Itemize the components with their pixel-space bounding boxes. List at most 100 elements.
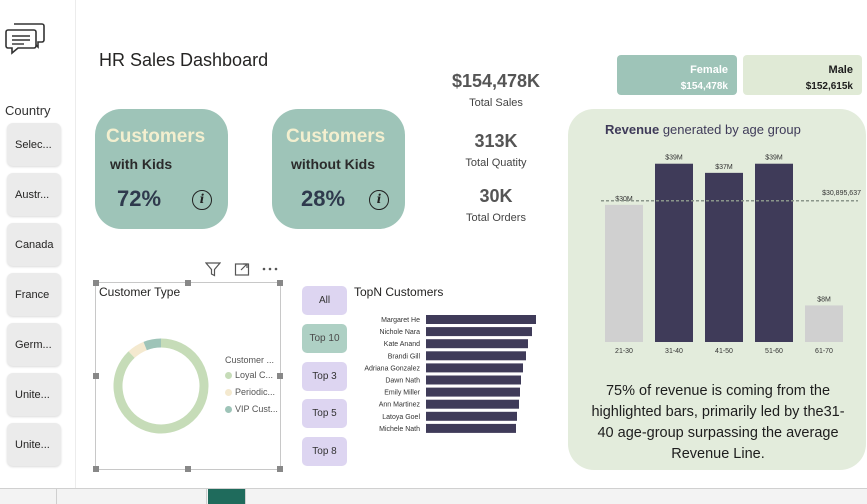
age-bar-41-50 — [705, 172, 743, 342]
topn-customers-chart: Margaret He Nichole Nara Kate Anand Brandi … — [364, 315, 536, 433]
donut-slice-0 — [113, 338, 209, 434]
age-bar-value-label: $39M — [665, 155, 683, 162]
resize-handle[interactable] — [185, 280, 191, 286]
kpi-card-with-kids: Customers with Kids 72% i — [95, 109, 228, 229]
gender-card-female[interactable]: Female $154,478k — [617, 55, 737, 95]
topn-customer-label: Ann Martinez — [379, 402, 421, 409]
country-slicer-item[interactable]: Unite... — [7, 373, 61, 416]
legend-label: VIP Cust... — [235, 404, 278, 414]
topn-customer-bar — [426, 351, 526, 361]
donut-slice-1 — [128, 341, 148, 359]
resize-handle[interactable] — [93, 466, 99, 472]
average-revenue-label: $30,895,637 — [822, 190, 861, 197]
age-category-label: 31-40 — [665, 348, 683, 355]
age-revenue-chart: $30M 21-30 $39M 31-40 $37M 41-50 $39M 51-60 $8M 6… — [601, 155, 861, 355]
topn-button-top3[interactable]: Top 3 — [302, 362, 347, 391]
topn-customer-label: Michele Nath — [379, 426, 420, 433]
topn-button-top8[interactable]: Top 8 — [302, 437, 347, 466]
topn-customer-label: Emily Miller — [384, 390, 420, 397]
age-bar-value-label: $30M — [615, 196, 633, 203]
age-revenue-panel: Revenue generated by age group $30M 21-30… — [568, 109, 866, 470]
customer-type-visual[interactable]: Customer Type Customer ... Loyal C... Pe… — [93, 280, 283, 472]
age-category-label: 21-30 — [615, 348, 633, 355]
kpi-value: 28% — [301, 186, 346, 211]
resize-handle[interactable] — [277, 280, 283, 286]
topn-customer-label: Dawn Nath — [385, 378, 420, 385]
gender-label: Female — [690, 64, 728, 76]
topn-customer-label: Brandi Gill — [388, 353, 421, 360]
age-category-label: 51-60 — [765, 348, 783, 355]
topn-customer-bar — [426, 375, 521, 385]
topn-customer-bar — [426, 411, 517, 421]
kpi-card-without-kids: Customers without Kids 28% i — [272, 109, 405, 229]
gender-card-male[interactable]: Male $152,615k — [743, 55, 862, 95]
kpi-value: 72% — [117, 186, 162, 211]
topn-customer-label: Kate Anand — [384, 341, 420, 348]
page-tab-active[interactable] — [208, 489, 246, 504]
chat-icon[interactable] — [4, 20, 46, 56]
legend-label: Loyal C... — [235, 370, 274, 380]
topn-customer-bar — [426, 315, 536, 324]
kpi-heading: Customers — [106, 126, 206, 147]
topn-button-all[interactable]: All — [302, 286, 347, 315]
filter-pane: Country Selec... Austr... Canada France … — [0, 0, 76, 488]
resize-handle[interactable] — [93, 280, 99, 286]
page-tab[interactable] — [57, 489, 207, 504]
age-category-label: 61-70 — [815, 348, 833, 355]
legend-item-periodic[interactable]: Periodic... — [225, 387, 275, 397]
total-sales-label: Total Sales — [469, 97, 523, 109]
age-bar-21-30 — [605, 204, 643, 342]
country-slicer-item[interactable]: Unite... — [7, 423, 61, 466]
gender-label: Male — [828, 64, 853, 76]
age-bar-value-label: $39M — [765, 155, 783, 162]
donut-slice-2 — [143, 338, 162, 351]
country-slicer-item[interactable]: Selec... — [7, 123, 61, 166]
gender-value: $154,478k — [680, 81, 728, 92]
more-options-icon[interactable] — [261, 262, 279, 277]
age-bar-value-label: $8M — [817, 296, 831, 303]
topn-button-top10[interactable]: Top 10 — [302, 324, 347, 353]
kpi-subheading: without Kids — [291, 156, 375, 172]
legend-label: Periodic... — [235, 387, 276, 397]
topn-customer-label: Nichole Nara — [380, 329, 421, 336]
topn-customer-bar — [426, 339, 528, 349]
total-quantity-value: 313K — [474, 131, 518, 151]
age-bar-51-60 — [755, 163, 793, 342]
country-slicer-item[interactable]: Germ... — [7, 323, 61, 366]
page-title: HR Sales Dashboard — [99, 50, 269, 70]
kpi-heading: Customers — [286, 126, 386, 147]
country-slicer-item[interactable]: Austr... — [7, 173, 61, 216]
total-orders-value: 30K — [479, 186, 513, 206]
age-insight-text: 75% of revenue is coming from the highli… — [591, 383, 845, 462]
topn-customer-bar — [426, 327, 532, 337]
resize-handle[interactable] — [93, 373, 99, 379]
total-quantity-label: Total Quatity — [465, 157, 527, 169]
page-tabs-bar — [0, 488, 867, 504]
resize-handle[interactable] — [277, 373, 283, 379]
total-orders-label: Total Orders — [466, 212, 526, 224]
topn-customer-bar — [426, 363, 523, 373]
topn-customer-label: Adriana Gonzalez — [364, 365, 420, 372]
dashboard-canvas: Country Selec... Austr... Canada France … — [0, 0, 867, 504]
legend-swatch — [225, 388, 232, 396]
info-icon[interactable]: i — [192, 190, 212, 210]
country-slicer-item[interactable]: Canada — [7, 223, 61, 266]
filter-icon[interactable] — [204, 262, 222, 277]
legend-item-vip[interactable]: VIP Cust... — [225, 404, 278, 414]
country-slicer-item[interactable]: France — [7, 273, 61, 316]
focus-mode-icon[interactable] — [234, 262, 250, 277]
legend-title: Customer ... — [225, 355, 275, 365]
total-sales-value: $154,478K — [451, 71, 541, 91]
topn-customer-bar — [426, 387, 520, 397]
topn-button-top5[interactable]: Top 5 — [302, 399, 347, 428]
resize-handle[interactable] — [277, 466, 283, 472]
legend-item-loyal[interactable]: Loyal C... — [225, 370, 273, 380]
legend-swatch — [225, 371, 232, 379]
page-tab[interactable] — [0, 489, 57, 504]
info-icon[interactable]: i — [369, 190, 389, 210]
legend-swatch — [225, 405, 232, 413]
kpi-subheading: with Kids — [110, 156, 173, 172]
topn-customer-label: Latoya Goel — [382, 414, 420, 421]
topn-customer-label: Margaret He — [381, 317, 420, 324]
resize-handle[interactable] — [185, 466, 191, 472]
